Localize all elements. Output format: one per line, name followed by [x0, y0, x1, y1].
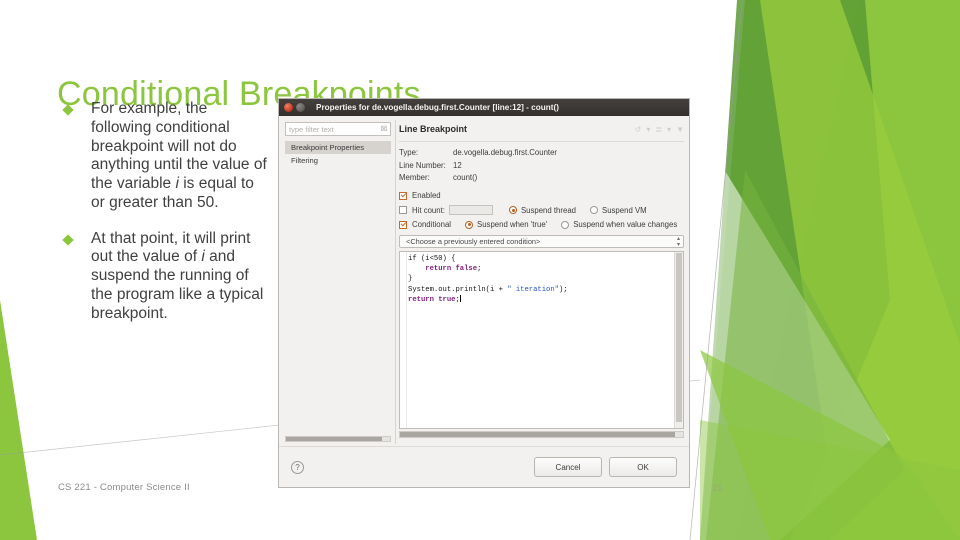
- enabled-row: Enabled: [399, 191, 684, 200]
- chevron-down-icon[interactable]: ▾: [646, 125, 650, 134]
- code-token: return: [425, 265, 452, 274]
- scrollbar-thumb[interactable]: [676, 253, 682, 422]
- condition-history-combo[interactable]: <Choose a previously entered condition> …: [399, 235, 684, 248]
- bullet-diamond-icon: [62, 104, 74, 116]
- code-line: return false;: [408, 264, 674, 274]
- conditional-row: Conditional Suspend when 'true' Suspend …: [399, 220, 684, 229]
- code-line: return true;: [408, 294, 674, 305]
- condition-history-label: <Choose a previously entered condition>: [406, 237, 541, 246]
- condition-code-editor[interactable]: if (i<50) { return false;} System.out.pri…: [399, 251, 684, 429]
- enabled-label: Enabled: [412, 191, 441, 200]
- property-value: 12: [453, 160, 462, 170]
- dialog-button-group: Cancel OK: [534, 457, 677, 477]
- properties-dialog: Properties for de.vogella.debug.first.Co…: [278, 98, 690, 488]
- panel-divider: [395, 120, 396, 444]
- dialog-footer: ? Cancel OK: [279, 446, 689, 487]
- code-token: false: [455, 265, 478, 274]
- slide-footer: CS 221 - Computer Science II: [58, 482, 190, 493]
- panel-toolbar: ↺ ▾ ≣ ▾ ▼: [635, 125, 684, 134]
- list-item: For example, the following conditional b…: [58, 100, 270, 213]
- suspend-when-value-changes-radio[interactable]: [561, 220, 570, 229]
- hit-count-label: Hit count:: [412, 205, 445, 215]
- tree-list: Breakpoint Properties Filtering: [285, 141, 391, 167]
- property-value: de.vogella.debug.first.Counter: [453, 148, 558, 157]
- cancel-button[interactable]: Cancel: [534, 457, 602, 477]
- tree-item-breakpoint-properties[interactable]: Breakpoint Properties: [285, 141, 391, 154]
- dialog-body: type filter text ☒ Breakpoint Properties…: [279, 116, 689, 448]
- hit-count-row: Hit count: Suspend thread Suspend VM: [399, 205, 684, 215]
- tree-horizontal-scrollbar[interactable]: [285, 436, 391, 442]
- code-token: );: [558, 285, 568, 294]
- property-label: Member:: [399, 173, 430, 182]
- tree-item-filtering[interactable]: Filtering: [285, 154, 391, 167]
- conditional-checkbox[interactable]: [399, 220, 407, 229]
- code-token: true: [438, 295, 456, 304]
- code-line: }: [408, 274, 674, 284]
- minimize-icon[interactable]: [296, 103, 305, 112]
- property-label: Type:: [399, 148, 419, 157]
- code-line: System.out.println(i + " iteration");: [408, 285, 674, 295]
- editor-vertical-scrollbar[interactable]: [674, 252, 683, 428]
- dialog-title: Properties for de.vogella.debug.first.Co…: [316, 103, 559, 112]
- suspend-when-true-label: Suspend when 'true': [477, 220, 548, 229]
- code-line: if (i<50) {: [408, 254, 674, 264]
- ok-button[interactable]: OK: [609, 457, 677, 477]
- code-token: }: [408, 275, 413, 284]
- hit-count-checkbox[interactable]: [399, 206, 407, 214]
- panel-header: Line Breakpoint ↺ ▾ ≣ ▾ ▼: [399, 121, 684, 137]
- chevron-down-icon[interactable]: ▾: [667, 125, 671, 134]
- bullet-text: At that point, it will print out the val…: [91, 229, 264, 322]
- view-menu-icon[interactable]: ▼: [676, 125, 684, 134]
- code-token: " iteration": [507, 285, 559, 294]
- property-row-line-number: Line Number: 12: [399, 161, 684, 170]
- editor-gutter: [400, 252, 407, 428]
- help-icon[interactable]: ?: [291, 460, 304, 474]
- stepper-icon[interactable]: ▴ ▾: [677, 236, 680, 248]
- bullet-text: For example, the following conditional b…: [91, 100, 267, 211]
- suspend-thread-radio[interactable]: [508, 206, 517, 214]
- property-row-type: Type: de.vogella.debug.first.Counter: [399, 148, 684, 157]
- hit-count-input[interactable]: [448, 205, 493, 215]
- code-token: System.out.println(i +: [408, 285, 508, 294]
- property-row-member: Member: count(): [399, 173, 684, 182]
- conditional-label: Conditional: [412, 220, 452, 229]
- list-item: At that point, it will print out the val…: [58, 230, 270, 324]
- restore-icon[interactable]: ↺: [635, 125, 642, 134]
- slide: Conditional Breakpoints For example, the…: [0, 0, 960, 540]
- code-token: ;: [477, 265, 482, 274]
- filter-placeholder: type filter text: [289, 124, 334, 134]
- close-icon[interactable]: [284, 103, 293, 112]
- property-label: Line Number:: [399, 160, 446, 170]
- suspend-thread-label: Suspend thread: [520, 205, 576, 215]
- text-caret: [459, 294, 461, 302]
- dialog-titlebar: Properties for de.vogella.debug.first.Co…: [279, 99, 689, 116]
- condition-code[interactable]: if (i<50) { return false;} System.out.pri…: [408, 254, 674, 305]
- page-number: 21: [712, 483, 723, 494]
- settings-tree-panel: type filter text ☒ Breakpoint Properties…: [285, 122, 391, 442]
- suspend-vm-radio[interactable]: [590, 206, 598, 214]
- clear-filter-icon[interactable]: ☒: [381, 125, 387, 133]
- bullet-diamond-icon: [62, 233, 74, 246]
- enabled-checkbox[interactable]: [399, 191, 407, 200]
- suspend-when-true-radio[interactable]: [465, 220, 474, 229]
- menu-icon[interactable]: ≣: [655, 125, 662, 134]
- options-block: Enabled Hit count: Suspend thread Suspen…: [399, 191, 684, 229]
- property-value: count(): [453, 173, 478, 182]
- panel-header-rule: [399, 141, 684, 142]
- suspend-vm-label: Suspend VM: [602, 205, 647, 215]
- suspend-when-value-changes-label: Suspend when value changes: [573, 220, 678, 229]
- code-token: if (i<50) {: [408, 255, 456, 263]
- breakpoint-properties-panel: Line Breakpoint ↺ ▾ ≣ ▾ ▼ Type: de.vogel…: [399, 121, 684, 443]
- scrollbar-thumb[interactable]: [400, 432, 675, 437]
- filter-input[interactable]: type filter text ☒: [285, 122, 391, 136]
- panel-heading: Line Breakpoint: [399, 124, 468, 134]
- properties-readout: Type: de.vogella.debug.first.Counter Lin…: [399, 148, 684, 182]
- editor-horizontal-scrollbar[interactable]: [399, 431, 684, 438]
- code-token: return: [408, 295, 434, 304]
- scrollbar-thumb[interactable]: [286, 437, 382, 441]
- bullet-list: For example, the following conditional b…: [58, 100, 270, 340]
